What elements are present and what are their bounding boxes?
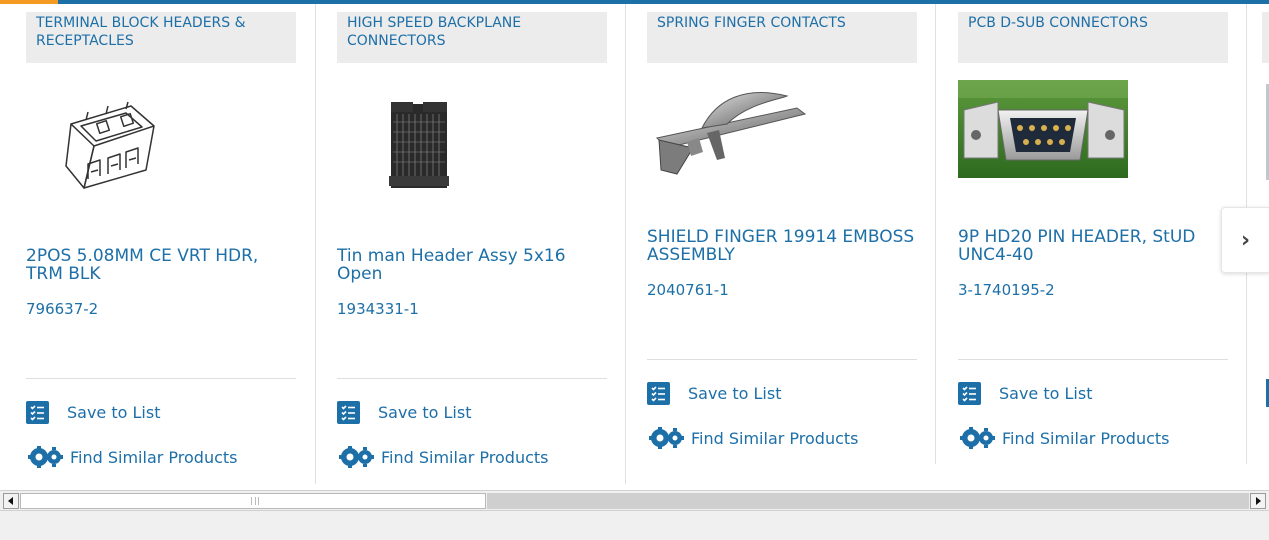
save-to-list-button[interactable]: Save to List bbox=[958, 379, 1092, 407]
find-similar-products-button[interactable]: Find Similar Products bbox=[26, 443, 238, 471]
save-to-list-label: Save to List bbox=[688, 383, 782, 403]
product-title-link[interactable]: 9P HD20 PIN HEADER, StUD UNC4-40 bbox=[958, 228, 1228, 264]
checklist-icon bbox=[647, 381, 670, 405]
save-to-list-button[interactable]: Save to List bbox=[337, 398, 471, 426]
carousel-next-button[interactable]: › bbox=[1221, 207, 1269, 273]
card-divider bbox=[958, 359, 1228, 360]
horizontal-scrollbar[interactable] bbox=[0, 490, 1269, 511]
scrollbar-track[interactable] bbox=[487, 493, 1249, 509]
dsub-connector-image[interactable] bbox=[958, 80, 1128, 178]
part-number-link[interactable]: 796637-2 bbox=[26, 300, 98, 318]
find-similar-label: Find Similar Products bbox=[1002, 428, 1170, 448]
backplane-connector-image[interactable] bbox=[337, 98, 517, 228]
save-to-list-label: Save to List bbox=[999, 383, 1093, 403]
gears-icon bbox=[26, 445, 66, 469]
chevron-right-icon: › bbox=[1240, 227, 1251, 253]
product-title-link[interactable]: SHIELD FINGER 19914 EMBOSS ASSEMBLY bbox=[647, 228, 917, 264]
find-similar-label: Find Similar Products bbox=[70, 447, 238, 467]
part-number-link[interactable]: 3-1740195-2 bbox=[958, 281, 1055, 299]
card-divider bbox=[26, 378, 296, 379]
category-label[interactable]: PCB D-SUB CONNECTORS bbox=[958, 12, 1228, 63]
terminal-block-image[interactable] bbox=[26, 84, 206, 214]
checklist-icon bbox=[26, 400, 49, 424]
category-label[interactable]: TERMINAL BLOCK HEADERS & RECEPTACLES bbox=[26, 12, 296, 63]
part-number-link[interactable]: 1934331-1 bbox=[337, 300, 419, 318]
scroll-right-arrow-icon[interactable] bbox=[1250, 493, 1266, 509]
find-similar-label: Find Similar Products bbox=[381, 447, 549, 467]
category-label[interactable]: SPRING FINGER CONTACTS bbox=[647, 12, 917, 63]
find-similar-products-button[interactable]: Find Similar Products bbox=[958, 424, 1170, 452]
card-divider bbox=[337, 378, 607, 379]
save-to-list-button[interactable]: Save to List bbox=[647, 379, 781, 407]
product-card: PCB D-SUB CONNECTORS 9P HD20 PIN HEADER,… bbox=[932, 4, 1247, 484]
save-to-list-label: Save to List bbox=[378, 402, 472, 422]
part-number-link[interactable]: 2040761-1 bbox=[647, 281, 729, 299]
spring-finger-image[interactable] bbox=[647, 78, 827, 208]
product-card: HIGH SPEED BACKPLANE CONNECTORS Tin man … bbox=[311, 4, 626, 484]
find-similar-products-button[interactable]: Find Similar Products bbox=[337, 443, 549, 471]
product-title-link[interactable]: Tin man Header Assy 5x16 Open bbox=[337, 247, 607, 283]
product-title-link[interactable]: 2POS 5.08MM CE VRT HDR, TRM BLK bbox=[26, 247, 296, 283]
find-similar-products-button[interactable]: Find Similar Products bbox=[647, 424, 859, 452]
save-to-list-button[interactable]: Save to List bbox=[26, 398, 160, 426]
gears-icon bbox=[337, 445, 377, 469]
card-divider bbox=[647, 359, 917, 360]
scrollbar-thumb[interactable] bbox=[20, 493, 486, 509]
scrollbar-grip-icon bbox=[251, 497, 259, 505]
checklist-icon bbox=[958, 381, 981, 405]
find-similar-label: Find Similar Products bbox=[691, 428, 859, 448]
gears-icon bbox=[647, 426, 687, 450]
product-carousel: TERMINAL BLOCK HEADERS & RECEPTACLES 2PO… bbox=[0, 4, 1269, 484]
scroll-left-arrow-icon[interactable] bbox=[3, 493, 19, 509]
footer-band bbox=[0, 511, 1269, 540]
product-card: SPRING FINGER CONTACTS SHIELD FINGER 199… bbox=[621, 4, 936, 484]
product-card: TERMINAL BLOCK HEADERS & RECEPTACLES 2PO… bbox=[0, 4, 316, 484]
next-card-category-edge bbox=[1262, 12, 1269, 63]
save-to-list-label: Save to List bbox=[67, 402, 161, 422]
checklist-icon bbox=[337, 400, 360, 424]
category-label[interactable]: HIGH SPEED BACKPLANE CONNECTORS bbox=[337, 12, 607, 63]
gears-icon bbox=[958, 426, 998, 450]
